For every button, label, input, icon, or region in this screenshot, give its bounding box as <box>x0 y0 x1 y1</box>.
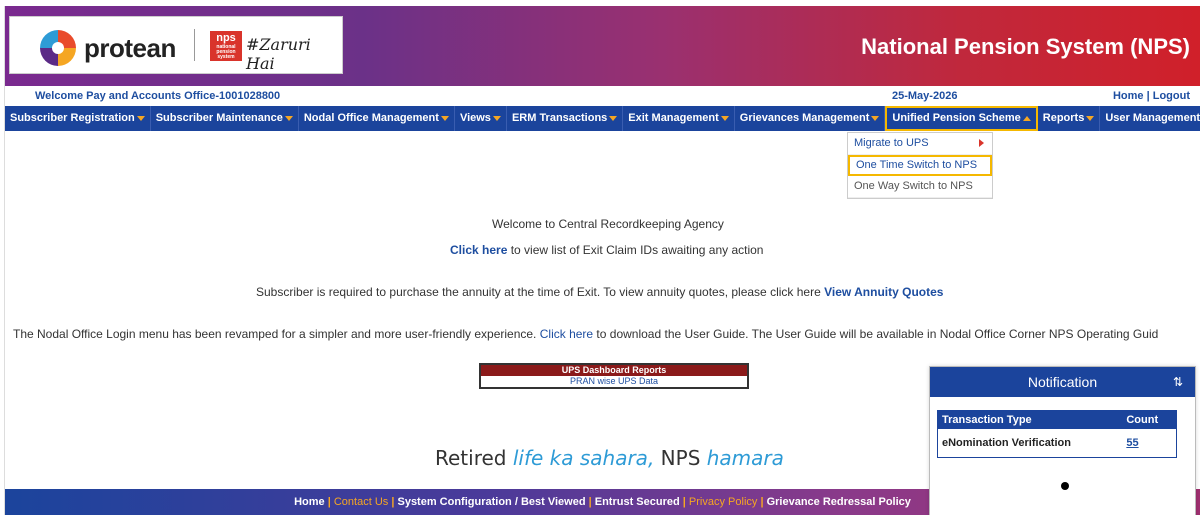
menu-label: Subscriber Maintenance <box>155 112 283 124</box>
menu-views[interactable]: Views <box>455 106 507 131</box>
tagline-part: life ka sahara, <box>512 446 655 470</box>
table-row: eNomination Verification 55 <box>938 429 1177 458</box>
menu-label: Nodal Office Management <box>303 112 439 124</box>
user-guide-link[interactable]: Click here <box>540 327 593 341</box>
menu-label: User Management <box>1105 112 1200 124</box>
caret-down-icon <box>440 115 449 121</box>
menu-user-management[interactable]: User Management <box>1100 106 1200 131</box>
submenu-arrow-icon <box>979 139 984 147</box>
menu-label: Views <box>459 112 491 124</box>
footer-grievance-link[interactable]: Grievance Redressal Policy <box>767 496 911 508</box>
menu-label: ERM Transactions <box>511 112 608 124</box>
dropdown-item-one-way-switch[interactable]: One Way Switch to NPS <box>848 176 992 198</box>
menu-nodal-office-management[interactable]: Nodal Office Management <box>299 106 455 131</box>
sort-icon[interactable]: ⇅ <box>1173 367 1183 397</box>
count-link[interactable]: 55 <box>1126 437 1138 449</box>
slogan: #Zaruri Hai <box>246 35 311 73</box>
brand-name: protean <box>84 33 176 63</box>
footer-privacy-link[interactable]: Privacy Policy <box>689 496 757 508</box>
nodal-office-message: The Nodal Office Login menu has been rev… <box>13 327 1158 341</box>
caret-down-icon <box>136 115 145 121</box>
caret-down-icon <box>284 115 293 121</box>
site-title: National Pension System (NPS) <box>861 34 1190 59</box>
footer-entrust-link[interactable]: Entrust Secured <box>595 496 680 508</box>
table-header-row: Transaction Type Count <box>937 410 1177 429</box>
dropdown-item-one-time-switch[interactable]: One Time Switch to NPS <box>848 155 992 176</box>
welcome-text: Welcome Pay and Accounts Office-10010288… <box>35 90 281 102</box>
home-logout-links[interactable]: Home | Logout <box>1113 90 1190 102</box>
ups-dashboard-reports: UPS Dashboard Reports PRAN wise UPS Data <box>479 363 749 389</box>
caret-down-icon <box>609 115 618 121</box>
pran-ups-data-link[interactable]: PRAN wise UPS Data <box>481 376 747 387</box>
col-transaction-type: Transaction Type <box>937 410 1123 429</box>
caret-down-icon <box>492 115 501 121</box>
caret-down-icon <box>871 115 880 121</box>
dropdown-label: One Way Switch to NPS <box>854 180 973 192</box>
logo-box: protean nps national pension system #Zar… <box>9 16 343 74</box>
notification-table: Transaction Type Count eNomination Verif… <box>937 410 1177 458</box>
nps-logo-subtext: national pension system <box>216 44 236 60</box>
exit-claim-text: to view list of Exit Claim IDs awaiting … <box>507 243 764 257</box>
nodal-text-post: to download the User Guide. The User Gui… <box>593 327 1159 341</box>
menu-label: Reports <box>1042 112 1085 124</box>
info-bar: Welcome Pay and Accounts Office-10010288… <box>5 86 1200 106</box>
notification-panel: Notification ⇅ Transaction Type Count eN… <box>929 366 1196 515</box>
ups-dashboard-header: UPS Dashboard Reports <box>481 365 747 376</box>
page-frame: protean nps national pension system #Zar… <box>4 6 1200 515</box>
exit-claim-link[interactable]: Click here <box>450 243 507 257</box>
menu-label: Unified Pension Scheme <box>892 112 1021 124</box>
current-date: 25-May-2026 <box>892 90 958 102</box>
tagline-part: hamara <box>706 446 784 470</box>
ups-dropdown-menu: Migrate to UPS One Time Switch to NPS On… <box>847 132 993 199</box>
nps-logo-icon: nps national pension system <box>210 31 242 61</box>
tagline-part: NPS <box>654 446 707 470</box>
view-annuity-quotes-link[interactable]: View Annuity Quotes <box>824 285 943 299</box>
menu-label: Grievances Management <box>739 112 870 124</box>
logo-divider <box>194 29 195 61</box>
caret-down-icon <box>720 115 729 121</box>
dropdown-label: One Time Switch to NPS <box>856 159 978 171</box>
menu-reports[interactable]: Reports <box>1038 106 1101 131</box>
tagline: Retired life ka sahara, NPS hamara <box>435 446 784 470</box>
footer-home-link[interactable]: Home <box>294 496 325 508</box>
menu-exit-management[interactable]: Exit Management <box>623 106 735 131</box>
pager-dot-icon[interactable] <box>1061 482 1069 490</box>
footer-system-config-link[interactable]: System Configuration / Best Viewed <box>397 496 585 508</box>
menu-subscriber-maintenance[interactable]: Subscriber Maintenance <box>151 106 299 131</box>
cell-count: 55 <box>1122 429 1176 458</box>
exit-claim-message: Click here to view list of Exit Claim ID… <box>450 243 763 257</box>
menu-subscriber-registration[interactable]: Subscriber Registration <box>5 106 151 131</box>
cell-transaction-type: eNomination Verification <box>942 437 1071 449</box>
caret-down-icon <box>1086 115 1095 121</box>
nps-logo-text: nps <box>216 32 236 44</box>
notification-title: Notification <box>1027 374 1098 390</box>
dropdown-item-migrate-to-ups[interactable]: Migrate to UPS <box>848 133 992 155</box>
menu-grievances-management[interactable]: Grievances Management <box>735 106 886 131</box>
annuity-message: Subscriber is required to purchase the a… <box>256 285 943 299</box>
dropdown-label: Migrate to UPS <box>854 137 929 149</box>
annuity-text: Subscriber is required to purchase the a… <box>256 285 825 299</box>
menu-unified-pension-scheme[interactable]: Unified Pension Scheme <box>885 106 1038 131</box>
protean-logo-icon <box>40 30 76 66</box>
menu-label: Exit Management <box>628 112 719 124</box>
menu-label: Subscriber Registration <box>10 112 135 124</box>
col-count: Count <box>1122 410 1177 429</box>
menu-erm-transactions[interactable]: ERM Transactions <box>507 106 624 131</box>
site-header: protean nps national pension system #Zar… <box>5 6 1200 86</box>
caret-up-icon <box>1022 115 1031 121</box>
welcome-cra-text: Welcome to Central Recordkeeping Agency <box>492 217 724 231</box>
main-menu: Subscriber Registration Subscriber Maint… <box>5 106 1200 131</box>
tagline-part: Retired <box>435 446 513 470</box>
notification-header: Notification ⇅ <box>930 367 1195 397</box>
footer-contact-link[interactable]: Contact Us <box>334 496 388 508</box>
nodal-text-pre: The Nodal Office Login menu has been rev… <box>13 327 540 341</box>
